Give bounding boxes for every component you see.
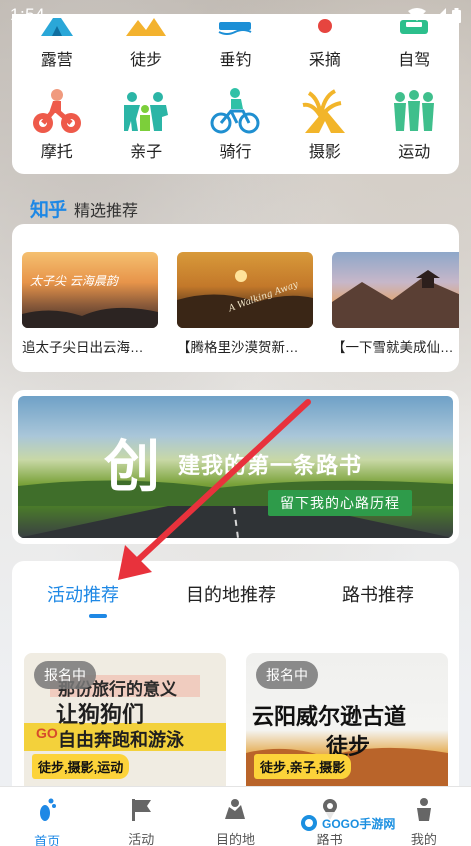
category-label: 亲子 — [130, 144, 163, 161]
tab-indicator — [89, 614, 107, 618]
section-title: 精选推荐 — [74, 202, 139, 220]
sports-icon — [387, 86, 441, 136]
photography-icon — [298, 86, 352, 136]
bottom-tab-bar: 首页 活动 目的地 路书 我的 — [0, 786, 471, 846]
footprint-icon — [34, 797, 60, 823]
category-row-2: 摩托 亲子 骑行 摄影 运动 — [12, 86, 459, 162]
tab-destination[interactable]: 目的地推荐 — [186, 581, 276, 607]
status-icons — [408, 7, 461, 23]
category-motorcycle[interactable]: 摩托 — [12, 86, 101, 162]
watermark-text: GOGO手游网 — [322, 816, 396, 831]
watermark: GOGO手游网 — [296, 812, 400, 834]
map-pin-icon — [222, 797, 248, 821]
category-family[interactable]: 亲子 — [101, 86, 190, 162]
zhihu-recommend-list: 太子尖 云海晨韵 追太子尖日出云海… A Walking Away 【腾格里沙漠… — [12, 224, 459, 372]
recommend-tabs-card: 活动推荐 目的地推荐 路书推荐 那份旅行的意义 让狗狗们 GO 自由奔跑和游泳 … — [12, 561, 459, 811]
activity-tags: 徒步,亲子,摄影 — [254, 754, 352, 779]
zhihu-caption: 【腾格里沙漠贺新… — [177, 340, 299, 355]
watermark-logo-icon — [301, 815, 317, 831]
tabbar-destination[interactable]: 目的地 — [188, 787, 282, 846]
flag-icon — [128, 797, 154, 821]
tab-roadbook[interactable]: 路书推荐 — [342, 581, 414, 607]
tabbar-home[interactable]: 首页 — [0, 787, 94, 846]
thumbnail-overlay-text: 太子尖 云海晨韵 — [30, 274, 118, 288]
category-sports[interactable]: 运动 — [370, 86, 459, 162]
poster-line: 自由奔跑和游泳 — [58, 730, 184, 750]
battery-icon — [452, 7, 461, 23]
zhihu-item[interactable]: A Walking Away 【腾格里沙漠贺新… — [177, 252, 313, 356]
status-badge: 报名中 — [256, 661, 318, 689]
banner-subline: 留下我的心路历程 — [268, 490, 412, 516]
person-icon — [411, 797, 437, 821]
category-label: 采摘 — [308, 52, 341, 69]
poster-line: 云阳威尔逊古道 — [252, 704, 407, 729]
zhihu-section-header: 知乎 精选推荐 — [30, 195, 138, 222]
status-bar: 1:54 — [0, 0, 471, 30]
tabbar-label: 首页 — [34, 834, 61, 846]
poster-line: 让狗狗们 — [56, 702, 145, 727]
poster-brand: GO — [36, 725, 58, 741]
category-photography[interactable]: 摄影 — [280, 86, 369, 162]
zhihu-thumbnail — [332, 252, 459, 328]
status-badge: 报名中 — [34, 661, 96, 689]
activity-card[interactable]: 云阳威尔逊古道 徒步 报名中 徒步,亲子,摄影 — [246, 653, 448, 793]
tabbar-label: 目的地 — [215, 832, 255, 846]
wifi-icon — [408, 8, 426, 21]
category-label: 摩托 — [40, 144, 73, 161]
activity-tags: 徒步,摄影,运动 — [32, 754, 130, 779]
category-label: 运动 — [398, 144, 431, 161]
create-route-banner[interactable]: 创 建我的第一条路书 留下我的心路历程 — [18, 396, 453, 538]
category-label: 露营 — [40, 52, 73, 69]
category-cycling[interactable]: 骑行 — [191, 86, 280, 162]
category-label: 骑行 — [219, 144, 252, 161]
category-label: 自驾 — [398, 52, 431, 69]
create-route-banner-card: 创 建我的第一条路书 留下我的心路历程 — [12, 390, 459, 544]
category-label: 徒步 — [130, 52, 163, 69]
banner-big-char: 创 — [104, 434, 160, 500]
tabbar-label: 活动 — [128, 832, 155, 846]
cycling-icon — [208, 86, 262, 136]
zhihu-item[interactable]: 太子尖 云海晨韵 追太子尖日出云海… — [22, 252, 158, 356]
category-label: 摄影 — [308, 144, 341, 161]
status-time: 1:54 — [10, 5, 46, 24]
zhihu-item[interactable]: 【一下雪就美成仙… — [332, 252, 459, 356]
zhihu-thumbnail: 太子尖 云海晨韵 — [22, 252, 158, 328]
zhihu-logo: 知乎 — [30, 200, 67, 221]
zhihu-thumbnail: A Walking Away — [177, 252, 313, 328]
motorcycle-icon — [30, 86, 84, 136]
activity-card[interactable]: 那份旅行的意义 让狗狗们 GO 自由奔跑和游泳 报名中 徒步,摄影,运动 — [24, 653, 226, 793]
zhihu-caption: 追太子尖日出云海… — [22, 340, 144, 355]
banner-headline: 建我的第一条路书 — [178, 453, 363, 479]
family-icon — [119, 86, 173, 136]
signal-icon — [432, 8, 446, 22]
category-label: 垂钓 — [219, 52, 252, 69]
category-grid: 露营 徒步 垂钓 采摘 自驾 摩托 亲子 骑行 摄影 运动 — [12, 14, 459, 174]
tab-activity[interactable]: 活动推荐 — [47, 581, 119, 607]
tabbar-activity[interactable]: 活动 — [94, 787, 188, 846]
zhihu-caption: 【一下雪就美成仙… — [332, 340, 454, 355]
tabbar-label: 我的 — [410, 832, 437, 846]
